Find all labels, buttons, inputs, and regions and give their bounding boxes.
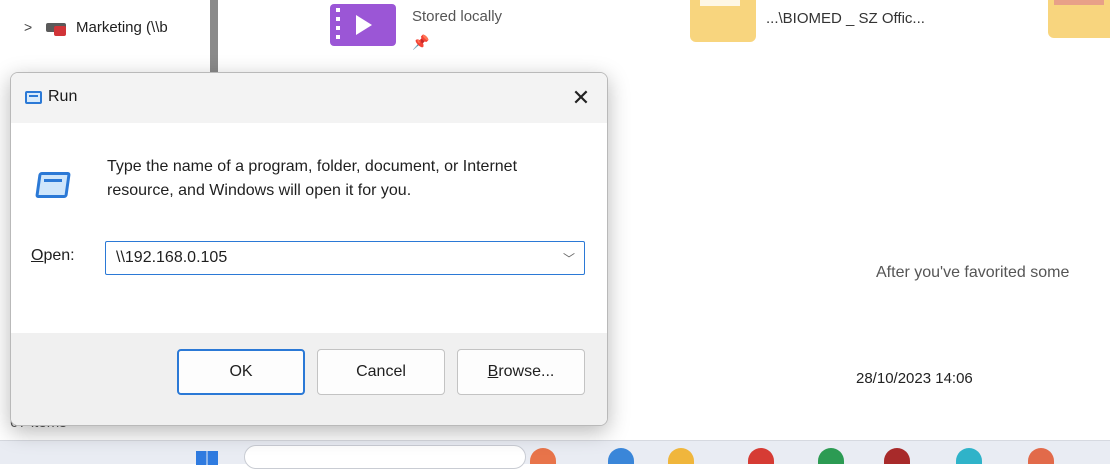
dialog-content: Type the name of a program, folder, docu…: [11, 123, 607, 333]
favorites-empty-message: After you've favorited some: [876, 264, 1070, 281]
taskbar-app-icon[interactable]: [608, 448, 634, 464]
dialog-button-bar: OK Cancel Browse...: [11, 333, 607, 425]
taskbar-app-icon[interactable]: [748, 448, 774, 464]
open-input[interactable]: [106, 242, 556, 274]
ok-button[interactable]: OK: [177, 349, 305, 395]
video-status: Stored locally: [412, 8, 503, 25]
taskbar-app-icon[interactable]: [530, 448, 556, 464]
video-icon[interactable]: [330, 4, 396, 46]
taskbar-app-icon[interactable]: [1028, 448, 1054, 464]
taskbar: [0, 440, 1110, 469]
taskbar-app-icon[interactable]: [818, 448, 844, 464]
chevron-down-icon[interactable]: ﹀: [554, 242, 584, 274]
chevron-right-icon[interactable]: >: [24, 19, 46, 35]
folder-path-label[interactable]: ...\BIOMED _ SZ Offic...: [766, 10, 925, 27]
taskbar-app-icon[interactable]: [668, 448, 694, 464]
dialog-title: Run: [48, 88, 78, 105]
cancel-button[interactable]: Cancel: [317, 349, 445, 395]
run-dialog: Run ✕ Type the name of a program, folder…: [10, 72, 608, 426]
date-modified: 28/10/2023 14:06: [856, 370, 973, 387]
folder-icon[interactable]: [690, 0, 756, 42]
close-button[interactable]: ✕: [559, 79, 603, 117]
run-icon: [25, 91, 42, 104]
taskbar-search-box[interactable]: [244, 445, 526, 469]
open-combobox[interactable]: ﹀: [105, 241, 585, 275]
browse-button[interactable]: Browse...: [457, 349, 585, 395]
taskbar-app-icon[interactable]: [884, 448, 910, 464]
pin-icon: 📌: [412, 34, 430, 50]
network-drive-icon: [46, 20, 68, 36]
nav-pane-scrollbar[interactable]: [210, 0, 218, 80]
folder-icon[interactable]: [1048, 0, 1110, 38]
open-label: Open:: [31, 247, 75, 264]
close-icon[interactable]: ✕: [572, 85, 590, 111]
dialog-title-bar[interactable]: Run ✕: [11, 73, 607, 123]
nav-item-marketing[interactable]: > Marketing (\\b: [24, 16, 168, 38]
run-icon: [33, 172, 71, 198]
dialog-description: Type the name of a program, folder, docu…: [107, 158, 518, 199]
nav-item-label: Marketing (\\b: [76, 18, 168, 36]
taskbar-app-icon[interactable]: [956, 448, 982, 464]
